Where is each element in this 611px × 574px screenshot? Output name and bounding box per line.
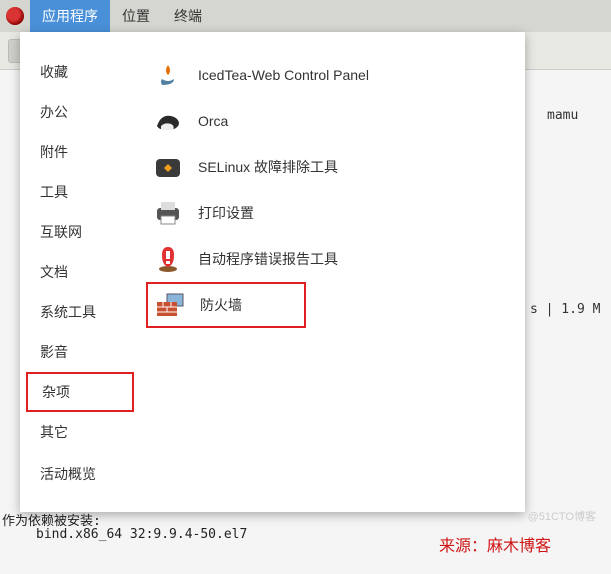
activities-overview[interactable]: 活动概览 xyxy=(20,452,140,496)
bg-stats: s | 1.9 M xyxy=(530,302,600,317)
app-print[interactable]: 打印设置 xyxy=(140,190,525,236)
sidebar-item-system[interactable]: 系统工具 xyxy=(20,292,140,332)
bg-bind: bind.x86_64 32:9.9.4-50.el7 xyxy=(36,527,247,542)
app-list: IcedTea-Web Control Panel Orca SELinux 故… xyxy=(140,32,525,512)
menu-places[interactable]: 位置 xyxy=(110,0,162,32)
bg-user: mamu xyxy=(547,108,578,123)
app-label: 打印设置 xyxy=(198,203,254,223)
app-label: 防火墙 xyxy=(200,295,242,315)
sidebar-item-internet[interactable]: 互联网 xyxy=(20,212,140,252)
app-orca[interactable]: Orca xyxy=(140,98,525,144)
app-icedtea[interactable]: IcedTea-Web Control Panel xyxy=(140,52,525,98)
sidebar-item-documents[interactable]: 文档 xyxy=(20,252,140,292)
app-label: SELinux 故障排除工具 xyxy=(198,157,338,177)
sidebar-item-media[interactable]: 影音 xyxy=(20,332,140,372)
firewall-icon xyxy=(154,289,186,321)
menu-terminal[interactable]: 终端 xyxy=(162,0,214,32)
app-firewall[interactable]: 防火墙 xyxy=(146,282,306,328)
sidebar-item-other[interactable]: 其它 xyxy=(20,412,140,452)
java-icon xyxy=(152,59,184,91)
app-label: Orca xyxy=(198,113,228,129)
sidebar-item-tools[interactable]: 工具 xyxy=(20,172,140,212)
sidebar-item-favorites[interactable]: 收藏 xyxy=(20,52,140,92)
category-sidebar: 收藏 办公 附件 工具 互联网 文档 系统工具 影音 杂项 其它 活动概览 xyxy=(20,32,140,512)
orca-icon xyxy=(152,105,184,137)
applications-menu: 收藏 办公 附件 工具 互联网 文档 系统工具 影音 杂项 其它 活动概览 Ic… xyxy=(20,32,525,512)
distro-icon xyxy=(6,7,24,25)
menu-applications[interactable]: 应用程序 xyxy=(30,0,110,32)
watermark: @51CTO博客 xyxy=(528,508,596,524)
app-label: IcedTea-Web Control Panel xyxy=(198,67,369,83)
sidebar-item-office[interactable]: 办公 xyxy=(20,92,140,132)
app-label: 自动程序错误报告工具 xyxy=(198,249,338,269)
warning-icon xyxy=(152,243,184,275)
app-selinux[interactable]: SELinux 故障排除工具 xyxy=(140,144,525,190)
sidebar-item-sundry[interactable]: 杂项 xyxy=(26,372,134,412)
app-abrt[interactable]: 自动程序错误报告工具 xyxy=(140,236,525,282)
source-attribution: 来源：麻木博客 xyxy=(439,532,551,556)
selinux-icon xyxy=(152,151,184,183)
sidebar-item-accessories[interactable]: 附件 xyxy=(20,132,140,172)
printer-icon xyxy=(152,197,184,229)
